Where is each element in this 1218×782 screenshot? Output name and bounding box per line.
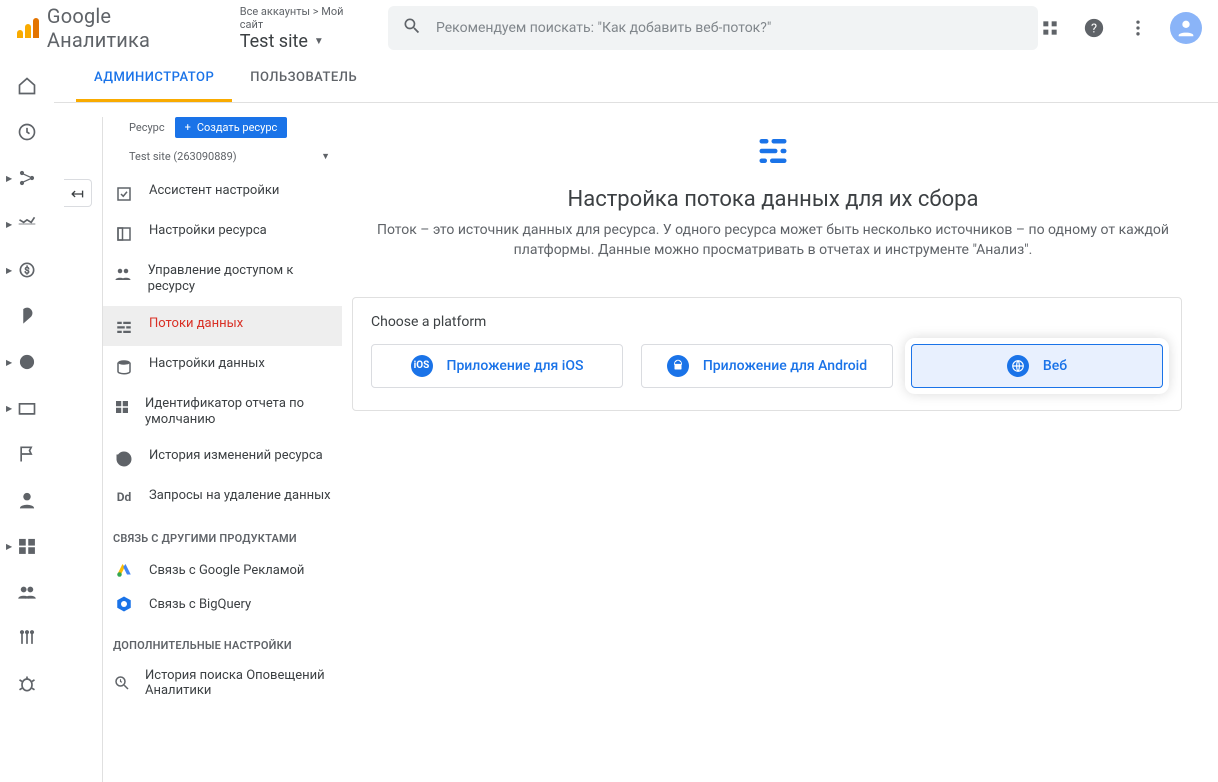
account-picker[interactable]: Все аккаунты > Мой сайт Test site ▼ xyxy=(240,5,364,52)
platform-web-button[interactable]: Веб xyxy=(911,344,1163,388)
resource-column: Ресурс + Создать ресурс Test site (26309… xyxy=(102,117,342,782)
search-history-icon xyxy=(113,674,131,692)
rail-flag-icon[interactable] xyxy=(15,442,39,466)
rail-configure-icon[interactable] xyxy=(15,626,39,650)
tab-admin[interactable]: АДМИНИСТРАТОР xyxy=(76,56,232,102)
assistant-icon xyxy=(113,185,135,203)
rail-debug-icon[interactable] xyxy=(15,672,39,696)
rail-retention-icon[interactable]: ▶ xyxy=(15,396,39,420)
breadcrumb: Все аккаунты > Мой сайт xyxy=(240,5,364,31)
create-resource-button[interactable]: + Создать ресурс xyxy=(175,117,288,138)
resource-label: Ресурс xyxy=(129,121,165,134)
menu-label: Управление доступом к ресурсу xyxy=(148,263,332,296)
back-button[interactable]: ↤ xyxy=(64,179,92,207)
page-subtitle: Поток – это источник данных для ресурса.… xyxy=(363,220,1183,261)
rail-acquisition-icon[interactable] xyxy=(15,304,39,328)
search-placeholder: Рекомендуем поискать: "Как добавить веб-… xyxy=(436,20,771,36)
tab-user[interactable]: ПОЛЬЗОВАТЕЛЬ xyxy=(232,56,375,102)
page-title: Настройка потока данных для их сбора xyxy=(568,187,979,212)
menu-label: История изменений ресурса xyxy=(149,448,323,464)
link-label: Связь с Google Рекламой xyxy=(149,563,304,578)
nav-rail: ▶ ▶ ▶$ ▶ ▶ ▶ xyxy=(0,56,54,782)
content-area: Настройка потока данных для их сбора Пот… xyxy=(342,117,1204,782)
menu-access-management[interactable]: Управление доступом к ресурсу xyxy=(103,253,342,306)
help-icon[interactable]: ? xyxy=(1082,16,1106,40)
menu-label: Настройки ресурса xyxy=(149,223,267,239)
platform-card: Choose a platform iOS Приложение для iOS… xyxy=(352,297,1182,411)
platform-android-button[interactable]: Приложение для Android xyxy=(641,344,893,388)
product-logo[interactable]: Google Аналитика xyxy=(8,4,212,52)
menu-label: Идентификатор отчета по умолчанию xyxy=(145,396,332,429)
settings-box-icon xyxy=(113,225,135,243)
link-search-history[interactable]: История поиска Оповещений Аналитики xyxy=(103,660,342,706)
create-resource-label: Создать ресурс xyxy=(197,121,277,134)
rail-explore-icon[interactable]: ▶ xyxy=(15,534,39,558)
menu-label: Ассистент настройки xyxy=(149,183,279,199)
account-title: Test site xyxy=(240,31,308,52)
analytics-logo-icon xyxy=(14,16,37,40)
rail-home-icon[interactable] xyxy=(15,74,39,98)
menu-label: Настройки данных xyxy=(149,356,265,372)
menu-property-settings[interactable]: Настройки ресурса xyxy=(103,213,342,253)
plus-icon: + xyxy=(185,121,191,134)
platform-label: Приложение для Android xyxy=(703,358,867,374)
menu-label: Запросы на удаление данных xyxy=(149,488,331,504)
resource-selected: Test site (263090889) xyxy=(129,150,237,163)
caret-down-icon: ▼ xyxy=(314,36,324,47)
platform-ios-button[interactable]: iOS Приложение для iOS xyxy=(371,344,623,388)
section-additional: ДОПОЛНИТЕЛЬНЫЕ НАСТРОЙКИ xyxy=(103,621,342,660)
menu-data-deletion[interactable]: Dd Запросы на удаление данных xyxy=(103,478,342,514)
menu-change-history[interactable]: История изменений ресурса xyxy=(103,438,342,478)
search-input[interactable]: Рекомендуем поискать: "Как добавить веб-… xyxy=(388,6,1038,50)
history-icon xyxy=(113,450,135,468)
delete-req-icon: Dd xyxy=(113,490,135,504)
rail-engagement-icon[interactable]: ▶ xyxy=(15,350,39,374)
rail-conversions-icon[interactable]: ▶ xyxy=(15,212,39,236)
admin-tabs: АДМИНИСТРАТОР ПОЛЬЗОВАТЕЛЬ xyxy=(54,56,1218,103)
database-icon xyxy=(113,358,135,376)
rail-events-icon[interactable]: ▶ xyxy=(15,166,39,190)
menu-label: Потоки данных xyxy=(149,316,243,332)
more-icon[interactable] xyxy=(1126,16,1150,40)
avatar[interactable] xyxy=(1170,12,1202,44)
bigquery-icon xyxy=(113,595,135,613)
web-icon xyxy=(1007,355,1029,377)
choose-platform-label: Choose a platform xyxy=(371,314,1163,330)
apps-icon[interactable] xyxy=(1038,16,1062,40)
ios-icon: iOS xyxy=(411,355,433,377)
rail-user-icon[interactable] xyxy=(15,488,39,512)
product-name: Google Аналитика xyxy=(47,4,212,52)
link-google-ads[interactable]: Связь с Google Рекламой xyxy=(103,553,342,587)
google-ads-icon xyxy=(113,561,135,579)
link-label: Связь с BigQuery xyxy=(149,597,251,612)
caret-down-icon: ▼ xyxy=(321,151,330,162)
resource-select[interactable]: Test site (263090889) ▼ xyxy=(129,144,332,173)
menu-data-settings[interactable]: Настройки данных xyxy=(103,346,342,386)
platform-label: Веб xyxy=(1043,358,1067,374)
app-header: Google Аналитика Все аккаунты > Мой сайт… xyxy=(0,0,1218,56)
people-icon xyxy=(113,265,134,283)
rail-monetization-icon[interactable]: ▶$ xyxy=(15,258,39,282)
menu-setup-assistant[interactable]: Ассистент настройки xyxy=(103,173,342,213)
link-bigquery[interactable]: Связь с BigQuery xyxy=(103,587,342,621)
section-product-links: СВЯЗЬ С ДРУГИМИ ПРОДУКТАМИ xyxy=(103,514,342,553)
platform-label: Приложение для iOS xyxy=(447,358,584,374)
svg-text:?: ? xyxy=(1091,22,1097,37)
android-icon xyxy=(667,355,689,377)
menu-data-streams[interactable]: Потоки данных xyxy=(103,306,342,346)
link-label: История поиска Оповещений Аналитики xyxy=(145,668,332,698)
report-id-icon xyxy=(113,398,131,416)
menu-default-report-id[interactable]: Идентификатор отчета по умолчанию xyxy=(103,386,342,439)
rail-audiences-icon[interactable] xyxy=(15,580,39,604)
streams-icon xyxy=(113,318,135,336)
rail-realtime-icon[interactable] xyxy=(15,120,39,144)
svg-text:$: $ xyxy=(24,265,29,276)
data-stream-hero-icon xyxy=(755,133,791,173)
search-icon xyxy=(402,16,422,40)
